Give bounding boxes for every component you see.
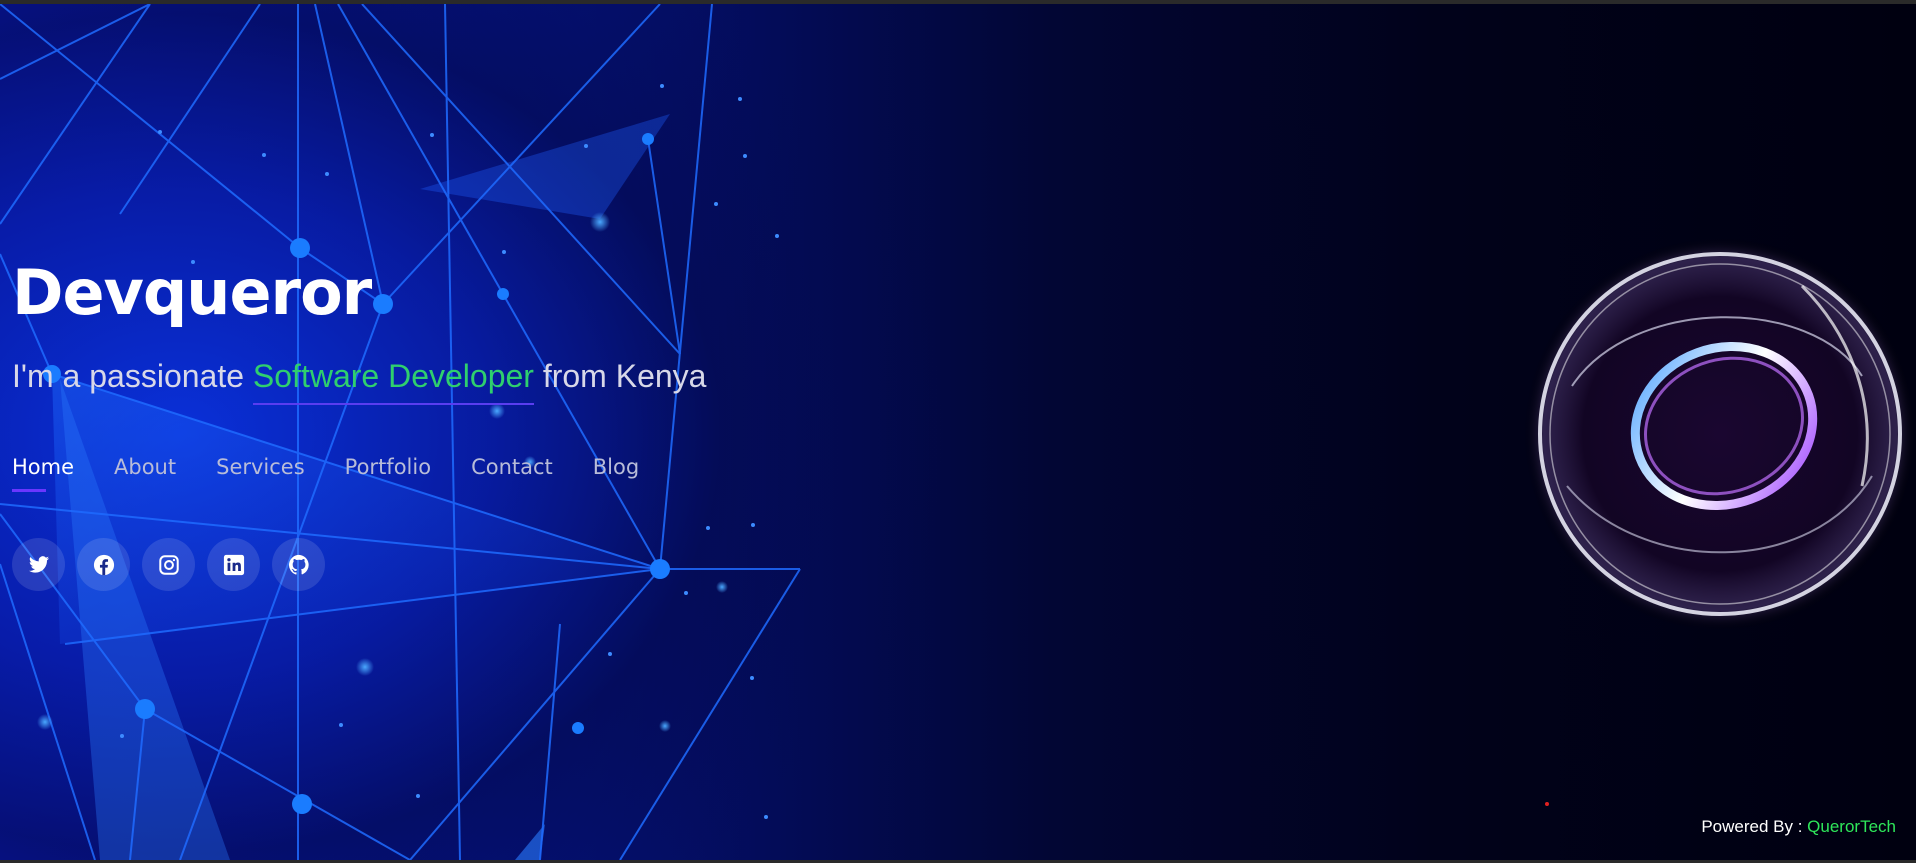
facebook-icon [93, 554, 114, 575]
github-icon [288, 554, 309, 575]
facebook-button[interactable] [77, 538, 130, 591]
site-title: Devqueror [12, 256, 372, 329]
nav-item-services[interactable]: Services [216, 455, 305, 479]
github-button[interactable] [272, 538, 325, 591]
nav-item-contact[interactable]: Contact [471, 455, 553, 479]
linkedin-button[interactable] [207, 538, 260, 591]
footer-credit: Powered By : QuerorTech [1701, 817, 1896, 837]
subtitle-prefix: I'm a passionate [12, 358, 253, 394]
instagram-button[interactable] [142, 538, 195, 591]
instagram-icon [158, 554, 179, 575]
twitter-button[interactable] [12, 538, 65, 591]
energy-orb-image [1524, 238, 1916, 630]
red-dot-marker [1545, 802, 1549, 806]
main-navigation: Home About Services Portfolio Contact Bl… [12, 455, 639, 492]
nav-item-about[interactable]: About [114, 455, 176, 479]
social-links [12, 538, 325, 591]
subtitle-suffix: from Kenya [533, 358, 707, 394]
footer-prefix: Powered By : [1701, 817, 1808, 836]
twitter-icon [28, 555, 49, 573]
hero-section: Devqueror I'm a passionate Software Deve… [12, 256, 707, 405]
subtitle-highlight: Software Developer [252, 358, 534, 405]
footer-brand-link[interactable]: QuerorTech [1807, 817, 1896, 836]
nav-item-blog[interactable]: Blog [593, 455, 639, 479]
hero-subtitle: I'm a passionate Software Developer from… [12, 358, 707, 405]
nav-item-home[interactable]: Home [12, 455, 74, 492]
linkedin-icon [223, 554, 244, 575]
nav-item-portfolio[interactable]: Portfolio [345, 455, 431, 479]
